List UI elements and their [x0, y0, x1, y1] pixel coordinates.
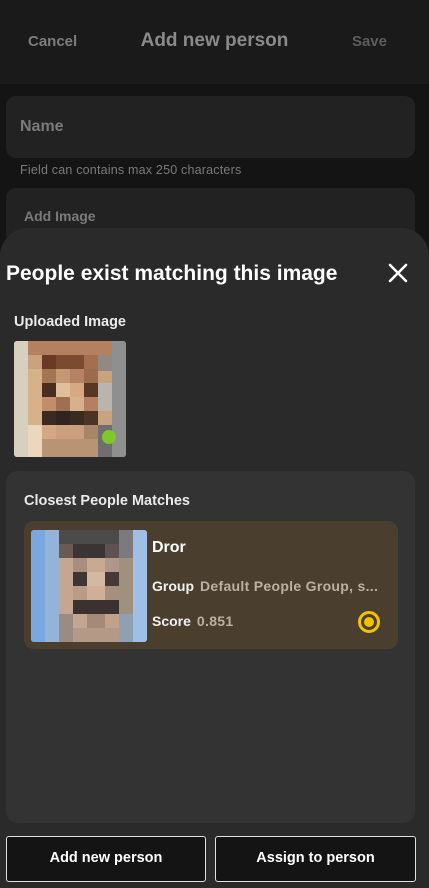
- radio-selected-icon[interactable]: [358, 611, 380, 633]
- matching-people-sheet: People exist matching this image Uploade…: [0, 228, 429, 888]
- match-name: Dror: [152, 539, 186, 556]
- match-group-key: Group: [152, 578, 194, 594]
- match-score-value: 0.851: [196, 613, 234, 629]
- closest-matches-panel: Closest People Matches Dror Group Default…: [6, 471, 415, 823]
- match-score-key: Score: [152, 613, 191, 629]
- add-new-person-button[interactable]: Add new person: [6, 836, 206, 882]
- close-icon[interactable]: [387, 262, 409, 284]
- closest-matches-label: Closest People Matches: [24, 493, 190, 509]
- sheet-title: People exist matching this image: [6, 262, 338, 285]
- match-score: Score 0.851: [152, 613, 233, 629]
- match-group: Group Default People Group, s...: [152, 578, 384, 594]
- name-field[interactable]: Name: [6, 96, 415, 158]
- uploaded-image-label: Uploaded Image: [14, 314, 126, 330]
- name-field-label: Name: [20, 118, 64, 135]
- add-image-label: Add Image: [24, 208, 96, 224]
- top-app-bar: Cancel Add new person Save: [0, 0, 429, 84]
- assign-to-person-button[interactable]: Assign to person: [215, 836, 416, 882]
- save-button[interactable]: Save: [352, 30, 387, 54]
- match-group-value: Default People Group, s...: [200, 578, 379, 594]
- match-face-image: [31, 530, 147, 642]
- online-status-dot: [102, 430, 116, 444]
- name-helper-text: Field can contains max 250 characters: [20, 163, 242, 177]
